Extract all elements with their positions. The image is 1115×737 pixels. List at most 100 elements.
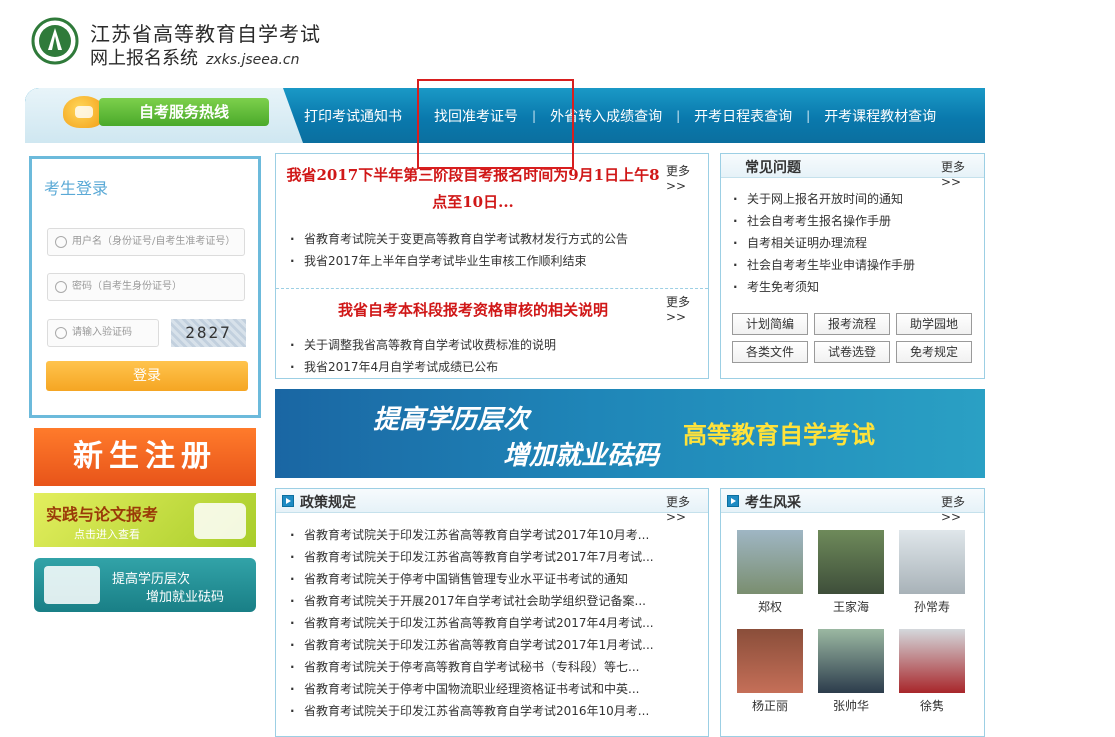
nav-print-notice[interactable]: 打印考试通知书 <box>290 106 416 126</box>
site-subtitle: 网上报名系统 zxks.jseea.cn <box>90 48 300 69</box>
student-photo <box>818 629 884 693</box>
list-item[interactable]: 省教育考试院关于印发江苏省高等教育自学考试2017年10月考... <box>290 524 700 546</box>
pen-icon <box>44 566 100 604</box>
user-icon <box>55 236 67 248</box>
practice-thesis-banner[interactable]: 实践与论文报考 点击进入查看 <box>34 493 256 547</box>
arrow-right-icon <box>282 495 294 507</box>
username-input[interactable]: 用户名（身份证号/自考生准考证号） <box>47 228 245 256</box>
highlight-annotation-box <box>417 79 574 169</box>
students-panel: 考生风采 更多>> 郑权 王家海 孙常寿 杨正丽 张帅华 徐隽 <box>720 488 985 737</box>
student-card[interactable]: 杨正丽 <box>737 629 803 714</box>
list-item[interactable]: 我省2017年上半年自学考试毕业生审核工作顺利结束 <box>290 250 628 272</box>
promo-title: 高等教育自学考试 <box>683 421 875 449</box>
news-list: 省教育考试院关于变更高等教育自学考试教材发行方式的公告 我省2017年上半年自学… <box>290 228 628 272</box>
list-item[interactable]: 省教育考试院关于印发江苏省高等教育自学考试2016年10月考... <box>290 700 700 722</box>
student-photo <box>899 530 965 594</box>
password-input[interactable]: 密码（自考生身份证号） <box>47 273 245 301</box>
student-card[interactable]: 孙常寿 <box>899 530 965 615</box>
list-item[interactable]: 省教育考试院关于印发江苏省高等教育自学考试2017年4月考试... <box>290 612 700 634</box>
policy-more-link[interactable]: 更多>> <box>666 493 708 524</box>
promo-banner[interactable]: 提高学历层次 增加就业砝码 高等教育自学考试 <box>275 389 985 478</box>
hotline-button[interactable]: 自考服务热线 <box>63 96 269 128</box>
list-item[interactable]: 我省2017年4月自学考试成绩已公布 <box>290 356 556 378</box>
login-panel: 考生登录 用户名（身份证号/自考生准考证号） 密码（自考生身份证号） 请输入验证… <box>29 156 261 418</box>
upgrade-degree-banner[interactable]: 提高学历层次 增加就业砝码 <box>34 558 256 612</box>
documents-button[interactable]: 各类文件 <box>732 341 808 363</box>
captcha-image[interactable]: 2827 <box>171 319 246 347</box>
students-header: 考生风采 更多>> <box>721 489 984 524</box>
student-name: 孙常寿 <box>913 600 950 614</box>
faq-more-link[interactable]: 更多>> <box>941 158 984 189</box>
plan-brief-button[interactable]: 计划简编 <box>732 313 808 335</box>
password-placeholder: 密码（自考生身份证号） <box>72 281 182 292</box>
new-register-banner[interactable]: 新生注册 <box>34 428 256 486</box>
login-button[interactable]: 登录 <box>46 361 248 391</box>
upgrade-banner-line1: 提高学历层次 <box>112 572 191 587</box>
study-help-button[interactable]: 助学园地 <box>896 313 972 335</box>
list-item[interactable]: 关于调整我省高等教育自学考试收费标准的说明 <box>290 334 556 356</box>
news-divider <box>276 288 708 289</box>
news-more-link[interactable]: 更多>> <box>666 162 708 193</box>
hotline-label: 自考服务热线 <box>99 98 269 126</box>
list-item[interactable]: 社会自考考生毕业申请操作手册 <box>733 254 915 276</box>
login-title: 考生登录 <box>44 179 109 198</box>
book-icon <box>194 503 246 539</box>
student-photo <box>737 530 803 594</box>
promo-line1: 提高学历层次 <box>373 405 530 435</box>
students-more-link[interactable]: 更多>> <box>941 493 984 524</box>
practice-banner-subtitle: 点击进入查看 <box>74 528 140 541</box>
news-panel: 我省2017下半年第三阶段自考报名时间为9月1日上午8点至10日... 更多>>… <box>275 153 709 379</box>
student-name: 王家海 <box>832 600 869 614</box>
faq-header: 常见问题 更多>> <box>721 154 984 189</box>
site-title: 江苏省高等教育自学考试 <box>90 22 321 46</box>
list-item[interactable]: 省教育考试院关于变更高等教育自学考试教材发行方式的公告 <box>290 228 628 250</box>
student-photo <box>899 629 965 693</box>
news-headline-2[interactable]: 我省自考本科段报考资格审核的相关说明 <box>282 299 664 321</box>
student-name: 徐隽 <box>919 699 944 713</box>
nav-course-books[interactable]: 开考课程教材查询 <box>810 106 950 126</box>
list-item[interactable]: 省教育考试院关于印发江苏省高等教育自学考试2017年7月考试... <box>290 546 700 568</box>
username-placeholder: 用户名（身份证号/自考生准考证号） <box>72 236 236 247</box>
list-item[interactable]: 考生免考须知 <box>733 276 915 298</box>
emblem-icon <box>31 17 79 65</box>
arrow-right-icon <box>727 495 739 507</box>
list-item[interactable]: 省教育考试院关于印发江苏省高等教育自学考试2017年1月考试... <box>290 634 700 656</box>
upgrade-banner-line2: 增加就业砝码 <box>146 590 225 605</box>
site-logo[interactable]: 江苏省高等教育自学考试 网上报名系统 zxks.jseea.cn <box>30 14 330 74</box>
list-item[interactable]: 省教育考试院关于停考高等教育自学考试秘书（专科段）等七... <box>290 656 700 678</box>
list-item[interactable]: 省教育考试院关于停考中国物流职业经理资格证书考试和中英... <box>290 678 700 700</box>
student-card[interactable]: 徐隽 <box>899 629 965 714</box>
apply-process-button[interactable]: 报考流程 <box>814 313 890 335</box>
captcha-placeholder: 请输入验证码 <box>72 327 132 338</box>
policy-title: 政策规定 <box>300 495 356 511</box>
faq-quick-links: 计划简编 报考流程 助学园地 各类文件 试卷选登 免考规定 <box>732 313 974 363</box>
promo-line2: 增加就业砝码 <box>503 441 660 471</box>
student-card[interactable]: 王家海 <box>818 530 884 615</box>
news-headline[interactable]: 我省2017下半年第三阶段自考报名时间为9月1日上午8点至10日... <box>282 162 664 216</box>
policy-list: 省教育考试院关于印发江苏省高等教育自学考试2017年10月考... 省教育考试院… <box>290 524 700 722</box>
policy-panel: 政策规定 更多>> 省教育考试院关于印发江苏省高等教育自学考试2017年10月考… <box>275 488 709 737</box>
list-item[interactable]: 自考相关证明办理流程 <box>733 232 915 254</box>
list-item[interactable]: 省教育考试院关于停考中国销售管理专业水平证书考试的通知 <box>290 568 700 590</box>
student-name: 张帅华 <box>832 699 869 713</box>
student-photo <box>818 530 884 594</box>
list-item[interactable]: 省教育考试院关于开展2017年自学考试社会助学组织登记备案... <box>290 590 700 612</box>
site-url: zxks.jseea.cn <box>206 52 300 68</box>
student-card[interactable]: 郑权 <box>737 530 803 615</box>
faq-panel: 常见问题 更多>> 关于网上报名开放时间的通知 社会自考考生报名操作手册 自考相… <box>720 153 985 379</box>
exemption-rules-button[interactable]: 免考规定 <box>896 341 972 363</box>
nav-schedule[interactable]: 开考日程表查询 <box>680 106 806 126</box>
list-item[interactable]: 关于网上报名开放时间的通知 <box>733 188 915 210</box>
news-more-link-2[interactable]: 更多>> <box>666 293 708 324</box>
captcha-input[interactable]: 请输入验证码 <box>47 319 159 347</box>
student-name: 郑权 <box>757 600 782 614</box>
faq-list: 关于网上报名开放时间的通知 社会自考考生报名操作手册 自考相关证明办理流程 社会… <box>733 188 915 298</box>
key-icon <box>55 327 67 339</box>
lock-icon <box>55 281 67 293</box>
student-name: 杨正丽 <box>751 699 788 713</box>
exam-papers-button[interactable]: 试卷选登 <box>814 341 890 363</box>
list-item[interactable]: 社会自考考生报名操作手册 <box>733 210 915 232</box>
students-title: 考生风采 <box>745 495 801 511</box>
student-card[interactable]: 张帅华 <box>818 629 884 714</box>
policy-header: 政策规定 更多>> <box>276 489 708 524</box>
